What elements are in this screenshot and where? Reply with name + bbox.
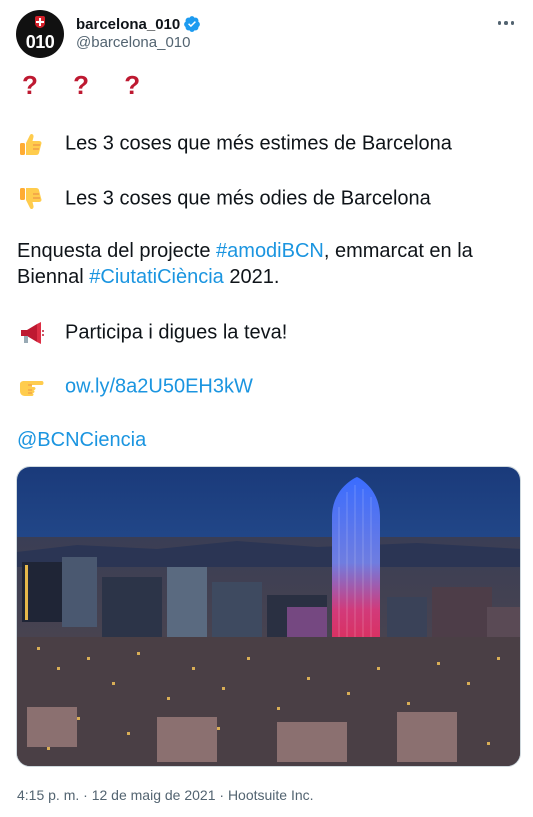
display-name[interactable]: barcelona_010 [76, 16, 180, 33]
tweet-line-likes: Les 3 coses que més estimes de Barcelona [17, 130, 452, 158]
photo-barcelona-skyline-torre-agbar [17, 467, 520, 766]
participa-text: Participa i digues la teva! [65, 321, 288, 344]
mention-bcnciencia-link[interactable]: @BCNCiencia [17, 429, 146, 451]
tweet-line-dislikes: Les 3 coses que més odies de Barcelona [17, 185, 431, 213]
avatar[interactable]: 010 [16, 10, 64, 58]
thumbs-down-icon [17, 185, 45, 213]
biennal-suffix: 2021. [223, 266, 280, 288]
short-link[interactable]: ow.ly/8a2U50EH3kW [65, 375, 253, 397]
tweet-line-mention: @BCNCiencia [17, 427, 146, 453]
avatar-label: 010 [25, 32, 55, 52]
meta-separator: · [79, 787, 92, 803]
tweet-line-enquesta: Enquesta del projecte #amodiBCN, emmarca… [17, 238, 473, 264]
tweet-source[interactable]: Hootsuite Inc. [228, 787, 314, 803]
tweet-line-link: ow.ly/8a2U50EH3kW [17, 373, 253, 401]
hashtag-ciutaticiencia-link[interactable]: #CiutatiCiència [89, 266, 224, 288]
tweet-time[interactable]: 4:15 p. m. [17, 787, 79, 803]
enquesta-prefix: Enquesta del projecte [17, 240, 217, 262]
author-name-row[interactable]: barcelona_010 [76, 14, 201, 34]
biennal-prefix: Biennal [17, 266, 90, 288]
tweet-line-biennal: Biennal #CiutatiCiència 2021. [17, 264, 279, 290]
backhand-index-pointing-right-icon [17, 373, 45, 401]
tweet-date[interactable]: 12 de maig de 2021 [92, 787, 216, 803]
likes-text: Les 3 coses que més estimes de Barcelona [65, 132, 452, 155]
tweet-line-participa: Participa i digues la teva! [17, 319, 287, 347]
verified-badge-icon [184, 16, 201, 32]
megaphone-icon [17, 319, 45, 347]
meta-separator: · [215, 787, 228, 803]
thumbs-up-icon [17, 130, 45, 158]
author-handle[interactable]: @barcelona_010 [76, 34, 190, 51]
tweet-card: 010 barcelona_010 @barcelona_010 ? ? ? L… [0, 0, 533, 817]
question-marks: ? ? ? [22, 70, 155, 100]
hashtag-amodibcn-link[interactable]: #amodiBCN [216, 240, 324, 262]
barcelona-crest-icon [35, 16, 45, 28]
more-options-icon[interactable] [495, 12, 517, 34]
tweet-photo[interactable] [16, 466, 521, 767]
dislikes-text: Les 3 coses que més odies de Barcelona [65, 187, 431, 210]
tweet-metadata: 4:15 p. m. · 12 de maig de 2021 · Hootsu… [17, 787, 314, 803]
enquesta-mid: , emmarcat en la [323, 240, 473, 262]
